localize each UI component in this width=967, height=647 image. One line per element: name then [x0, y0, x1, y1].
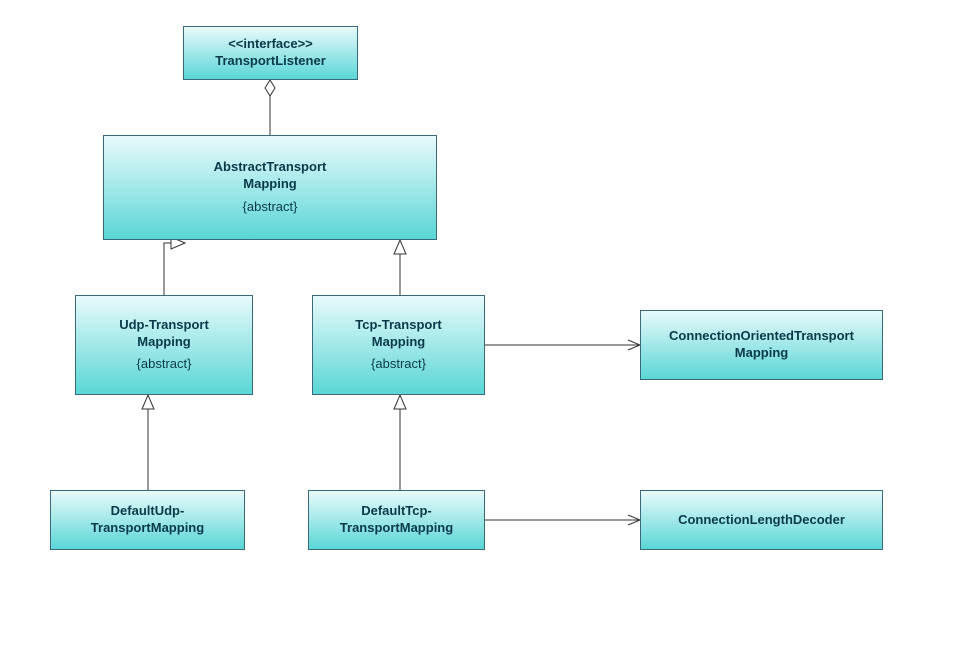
class-connection-oriented-transport-mapping: ConnectionOrientedTransport Mapping	[640, 310, 883, 380]
class-name-label: TransportListener	[215, 53, 326, 70]
class-name-line1: ConnectionOrientedTransport	[669, 328, 854, 345]
class-name-line1: DefaultTcp-	[361, 503, 432, 520]
class-abstract-transport-mapping: AbstractTransport Mapping {abstract}	[103, 135, 437, 240]
class-name-line2: TransportMapping	[91, 520, 204, 537]
class-name-line2: Mapping	[137, 334, 190, 351]
class-constraint: {abstract}	[243, 199, 298, 216]
class-udp-transport-mapping: Udp-Transport Mapping {abstract}	[75, 295, 253, 395]
edge-udp-to-abstract	[164, 243, 185, 295]
class-name-line1: DefaultUdp-	[111, 503, 185, 520]
class-constraint: {abstract}	[371, 356, 426, 373]
class-name-line1: Udp-Transport	[119, 317, 209, 334]
class-constraint: {abstract}	[137, 356, 192, 373]
class-tcp-transport-mapping: Tcp-Transport Mapping {abstract}	[312, 295, 485, 395]
class-connection-length-decoder: ConnectionLengthDecoder	[640, 490, 883, 550]
class-default-tcp-transport-mapping: DefaultTcp- TransportMapping	[308, 490, 485, 550]
class-name-line2: Mapping	[372, 334, 425, 351]
class-default-udp-transport-mapping: DefaultUdp- TransportMapping	[50, 490, 245, 550]
class-transport-listener: <<interface>> TransportListener	[183, 26, 358, 80]
class-name-line1: AbstractTransport	[214, 159, 327, 176]
class-name-line2: Mapping	[735, 345, 788, 362]
class-name-line2: Mapping	[243, 176, 296, 193]
class-name-line2: TransportMapping	[340, 520, 453, 537]
class-name-line1: Tcp-Transport	[355, 317, 441, 334]
class-name-label: ConnectionLengthDecoder	[678, 512, 845, 529]
stereotype-label: <<interface>>	[228, 36, 313, 53]
